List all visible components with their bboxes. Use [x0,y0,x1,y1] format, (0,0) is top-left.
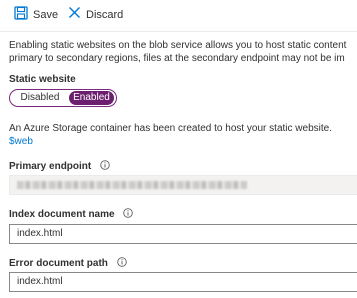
save-label: Save [33,9,59,21]
info-icon[interactable] [100,160,110,173]
error-document-label: Error document path [9,258,108,270]
discard-label: Discard [86,9,124,21]
toggle-option-disabled[interactable]: Disabled [13,91,67,105]
primary-endpoint-label-row: Primary endpoint [9,160,110,173]
primary-endpoint-field[interactable] [9,175,357,195]
static-website-description: Enabling static websites on the blob ser… [9,39,357,65]
save-button[interactable]: Save [14,5,59,25]
save-icon [14,5,28,25]
obscured-endpoint-value [17,181,247,189]
error-document-input[interactable]: index.html [9,272,357,292]
toolbar-divider [0,31,357,32]
error-document-label-row: Error document path [9,257,127,270]
info-icon[interactable] [123,208,134,221]
description-line: primary to secondary regions, files at t… [9,53,345,64]
primary-endpoint-label: Primary endpoint [9,161,92,173]
index-document-label-row: Index document name [9,208,134,221]
static-website-label: Static website [9,74,76,85]
close-icon [68,6,81,24]
info-icon[interactable] [116,257,127,270]
index-document-label: Index document name [9,209,115,221]
discard-button[interactable]: Discard [68,6,123,24]
web-container-link[interactable]: $web [9,136,33,147]
command-bar: Save Discard [0,0,357,30]
index-document-input[interactable]: index.html [9,224,357,244]
toggle-option-enabled[interactable]: Enabled [69,91,114,105]
description-line: Enabling static websites on the blob ser… [9,40,347,51]
container-note: An Azure Storage container has been crea… [9,123,332,134]
static-website-toggle[interactable]: Disabled Enabled [9,89,117,107]
